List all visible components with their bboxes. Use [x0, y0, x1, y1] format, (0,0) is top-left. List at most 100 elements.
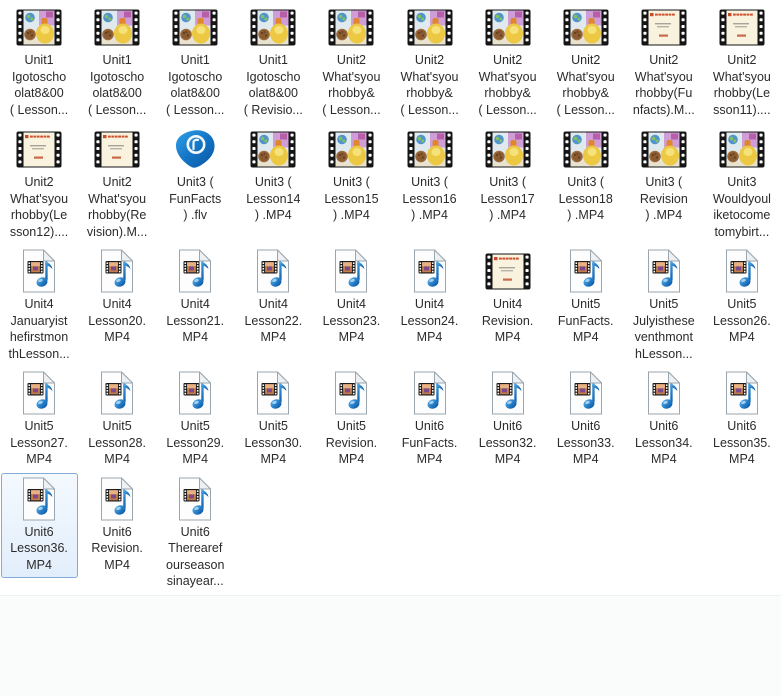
file-label: Unit3 ( FunFacts ) .flv: [169, 174, 221, 224]
file-item[interactable]: Unit1 Igotoscho olat8&00 ( Lesson...: [1, 1, 78, 123]
media-document-with-music-note-icon: [646, 370, 682, 416]
media-document-with-music-note-icon: [21, 248, 57, 294]
file-item[interactable]: Unit4 Lesson23. MP4: [313, 245, 390, 351]
file-item[interactable]: Unit5 Lesson28. MP4: [79, 367, 156, 473]
file-item[interactable]: Unit5 Lesson30. MP4: [235, 367, 312, 473]
media-document-with-music-note-icon: [568, 248, 604, 294]
file-item[interactable]: Unit6 Therearef ourseason sinayear...: [157, 473, 234, 595]
file-label: Unit1 Igotoscho olat8&00 ( Lesson...: [88, 52, 146, 118]
file-item[interactable]: Unit3 Wouldyoul iketocome tomybirt...: [703, 123, 780, 245]
filmstrip-with-cartoon-thumbnail-icon: [16, 4, 62, 50]
file-item[interactable]: Unit4 Lesson24. MP4: [391, 245, 468, 351]
file-item[interactable]: Unit6 Lesson33. MP4: [547, 367, 624, 473]
file-label: Unit5 Julyisthese venthmont hLesson...: [633, 296, 695, 362]
realplayer-media-icon: [174, 126, 216, 172]
file-label: Unit2 What'syou rhobby& ( Lesson...: [322, 52, 380, 118]
file-item[interactable]: Unit2 What'syou rhobby(Le sson12)....: [1, 123, 78, 245]
file-label: Unit2 What'syou rhobby& ( Lesson...: [557, 52, 615, 118]
file-item[interactable]: Unit4 Lesson22. MP4: [235, 245, 312, 351]
file-item[interactable]: Unit5 Julyisthese venthmont hLesson...: [625, 245, 702, 367]
file-item[interactable]: Unit3 ( Lesson18 ) .MP4: [547, 123, 624, 229]
file-label: Unit3 Wouldyoul iketocome tomybirt...: [713, 174, 771, 240]
file-item[interactable]: Unit3 ( Lesson15 ) .MP4: [313, 123, 390, 229]
media-document-with-music-note-icon: [21, 476, 57, 522]
filmstrip-with-cartoon-thumbnail-icon: [250, 4, 296, 50]
file-item[interactable]: Unit2 What'syou rhobby(Re vision).M...: [79, 123, 156, 245]
filmstrip-with-cartoon-thumbnail-icon: [94, 4, 140, 50]
file-label: Unit2 What'syou rhobby& ( Lesson...: [400, 52, 458, 118]
media-document-with-music-note-icon: [568, 370, 604, 416]
file-item[interactable]: Unit2 What'syou rhobby& ( Lesson...: [391, 1, 468, 123]
file-label: Unit2 What'syou rhobby(Le sson11)....: [713, 52, 771, 118]
media-document-with-music-note-icon: [490, 370, 526, 416]
file-item[interactable]: Unit5 Revision. MP4: [313, 367, 390, 473]
filmstrip-with-slide-thumbnail-icon: [16, 126, 62, 172]
file-item[interactable]: Unit6 FunFacts. MP4: [391, 367, 468, 473]
file-label: Unit1 Igotoscho olat8&00 ( Revisio...: [244, 52, 303, 118]
file-item[interactable]: Unit3 ( Revision ) .MP4: [625, 123, 702, 229]
file-item[interactable]: Unit6 Lesson32. MP4: [469, 367, 546, 473]
filmstrip-with-cartoon-thumbnail-icon: [719, 126, 765, 172]
file-item[interactable]: Unit1 Igotoscho olat8&00 ( Lesson...: [157, 1, 234, 123]
file-item[interactable]: Unit3 ( Lesson14 ) .MP4: [235, 123, 312, 229]
media-document-with-music-note-icon: [99, 370, 135, 416]
file-item[interactable]: Unit3 ( Lesson17 ) .MP4: [469, 123, 546, 229]
media-document-with-music-note-icon: [255, 248, 291, 294]
file-item[interactable]: Unit2 What'syou rhobby& ( Lesson...: [313, 1, 390, 123]
media-document-with-music-note-icon: [646, 248, 682, 294]
file-item[interactable]: Unit4 Lesson21. MP4: [157, 245, 234, 351]
file-label: Unit6 Lesson33. MP4: [557, 418, 615, 468]
file-item[interactable]: Unit3 ( FunFacts ) .flv: [157, 123, 234, 229]
media-document-with-music-note-icon: [21, 370, 57, 416]
file-label: Unit4 Januaryist hefirstmon thLesson...: [8, 296, 69, 362]
file-item[interactable]: Unit2 What'syou rhobby(Le sson11)....: [703, 1, 780, 123]
file-item-selected[interactable]: Unit6 Lesson36. MP4: [1, 473, 78, 579]
filmstrip-with-cartoon-thumbnail-icon: [563, 4, 609, 50]
file-label: Unit5 FunFacts. MP4: [558, 296, 614, 346]
file-item[interactable]: Unit5 FunFacts. MP4: [547, 245, 624, 351]
file-label: Unit6 Lesson35. MP4: [713, 418, 771, 468]
file-label: Unit2 What'syou rhobby(Re vision).M...: [87, 174, 147, 240]
file-label: Unit5 Lesson30. MP4: [244, 418, 302, 468]
file-label: Unit6 Therearef ourseason sinayear...: [166, 524, 224, 590]
file-item[interactable]: Unit1 Igotoscho olat8&00 ( Revisio...: [235, 1, 312, 123]
file-item[interactable]: Unit4 Revision. MP4: [469, 245, 546, 351]
file-label: Unit5 Lesson27. MP4: [10, 418, 68, 468]
file-label: Unit2 What'syou rhobby& ( Lesson...: [478, 52, 536, 118]
media-document-with-music-note-icon: [724, 248, 760, 294]
file-item[interactable]: Unit5 Lesson27. MP4: [1, 367, 78, 473]
file-item[interactable]: Unit4 Lesson20. MP4: [79, 245, 156, 351]
file-label: Unit1 Igotoscho olat8&00 ( Lesson...: [166, 52, 224, 118]
file-item[interactable]: Unit5 Lesson26. MP4: [703, 245, 780, 351]
file-item[interactable]: Unit3 ( Lesson16 ) .MP4: [391, 123, 468, 229]
file-label: Unit6 Lesson34. MP4: [635, 418, 693, 468]
file-label: Unit6 Lesson32. MP4: [479, 418, 537, 468]
file-item[interactable]: Unit6 Revision. MP4: [79, 473, 156, 579]
file-label: Unit4 Revision. MP4: [482, 296, 533, 346]
file-label: Unit3 ( Lesson16 ) .MP4: [402, 174, 456, 224]
media-document-with-music-note-icon: [724, 370, 760, 416]
file-item[interactable]: Unit2 What'syou rhobby& ( Lesson...: [469, 1, 546, 123]
media-document-with-music-note-icon: [177, 476, 213, 522]
file-item[interactable]: Unit6 Lesson34. MP4: [625, 367, 702, 473]
filmstrip-with-cartoon-thumbnail-icon: [250, 126, 296, 172]
file-item[interactable]: Unit2 What'syou rhobby(Fu nfacts).M...: [625, 1, 702, 123]
file-label: Unit4 Lesson24. MP4: [401, 296, 459, 346]
filmstrip-with-cartoon-thumbnail-icon: [407, 4, 453, 50]
file-item[interactable]: Unit4 Januaryist hefirstmon thLesson...: [1, 245, 78, 367]
filmstrip-with-cartoon-thumbnail-icon: [328, 4, 374, 50]
file-grid: Unit1 Igotoscho olat8&00 ( Lesson... Uni…: [0, 0, 781, 595]
filmstrip-with-slide-thumbnail-icon: [641, 4, 687, 50]
file-label: Unit5 Lesson29. MP4: [166, 418, 224, 468]
file-label: Unit3 ( Lesson17 ) .MP4: [481, 174, 535, 224]
file-label: Unit4 Lesson22. MP4: [244, 296, 302, 346]
file-item[interactable]: Unit5 Lesson29. MP4: [157, 367, 234, 473]
media-document-with-music-note-icon: [99, 248, 135, 294]
filmstrip-with-cartoon-thumbnail-icon: [328, 126, 374, 172]
file-item[interactable]: Unit2 What'syou rhobby& ( Lesson...: [547, 1, 624, 123]
empty-folder-area[interactable]: [0, 595, 781, 696]
file-item[interactable]: Unit6 Lesson35. MP4: [703, 367, 780, 473]
file-item[interactable]: Unit1 Igotoscho olat8&00 ( Lesson...: [79, 1, 156, 123]
file-label: Unit2 What'syou rhobby(Le sson12)....: [10, 174, 68, 240]
file-label: Unit3 ( Lesson18 ) .MP4: [559, 174, 613, 224]
